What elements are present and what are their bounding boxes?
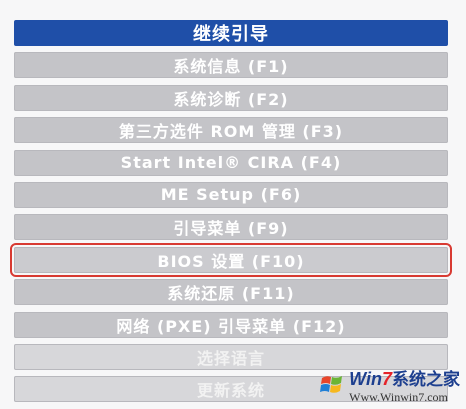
watermark-brand: Win 7 系统之家 (349, 365, 460, 390)
menu-item-network-boot-menu[interactable]: 网络 (PXE) 引导菜单 (F12) (14, 311, 448, 338)
boot-menu: 继续引导 系统信息 (F1) 系统诊断 (F2) 第三方选件 ROM 管理 (F… (10, 20, 452, 409)
menu-item-boot-menu[interactable]: 引导菜单 (F9) (14, 214, 448, 241)
menu-item-option-rom-management[interactable]: 第三方选件 ROM 管理 (F3) (14, 117, 448, 144)
watermark-text: Win 7 系统之家 Www.Winwin7.com (349, 365, 460, 405)
watermark-brand-prefix: Win (349, 369, 382, 389)
menu-item-system-info[interactable]: 系统信息 (F1) (14, 52, 448, 79)
menu-item-continue-boot[interactable]: 继续引导 (14, 20, 448, 46)
menu-item-system-recovery[interactable]: 系统还原 (F11) (14, 279, 448, 306)
boot-menu-screen: 继续引导 系统信息 (F1) 系统诊断 (F2) 第三方选件 ROM 管理 (F… (0, 0, 466, 409)
watermark-brand-digit: 7 (381, 369, 392, 389)
menu-item-me-setup[interactable]: ME Setup (F6) (14, 181, 448, 208)
menu-item-system-diagnostics[interactable]: 系统诊断 (F2) (14, 84, 448, 111)
menu-item-start-intel-cira[interactable]: Start Intel® CIRA (F4) (14, 149, 448, 176)
watermark-url: Www.Winwin7.com (349, 390, 448, 404)
watermark-brand-cn: 系统之家 (392, 370, 460, 389)
menu-item-bios-setup[interactable]: BIOS 设置 (F10) (10, 242, 452, 277)
watermark: Win 7 系统之家 Www.Winwin7.com (319, 365, 460, 405)
windows-logo-icon (320, 376, 343, 393)
